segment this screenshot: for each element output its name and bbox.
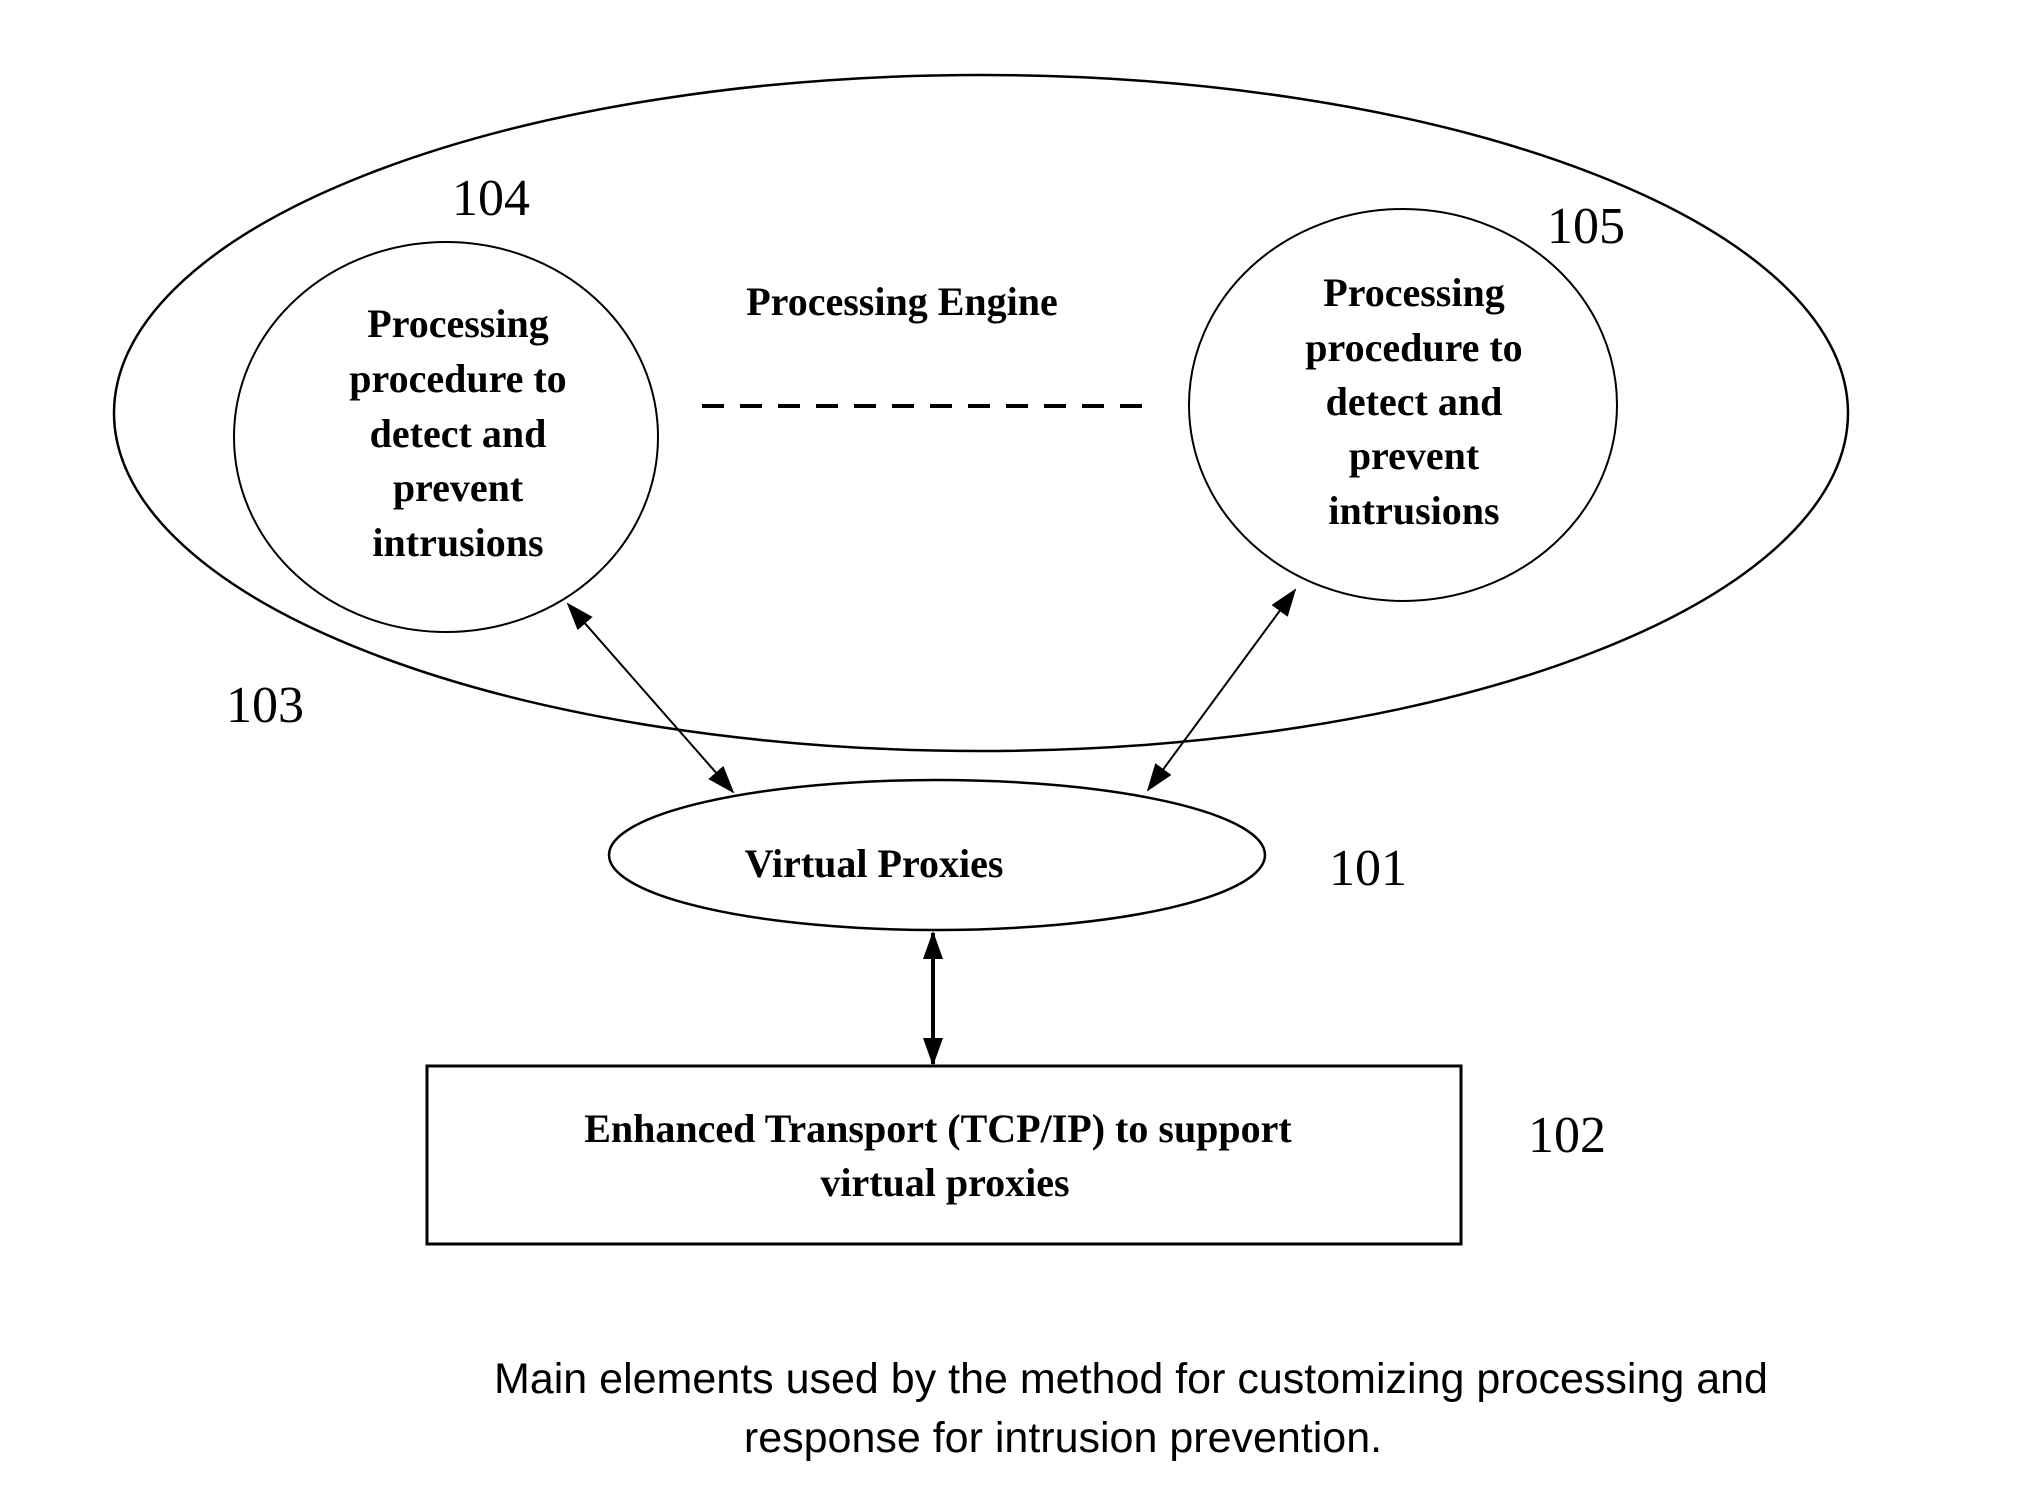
transport-line: virtual proxies xyxy=(820,1160,1069,1205)
transport-box xyxy=(425,1064,1463,1246)
procedure-104-ref-number: 104 xyxy=(452,170,530,227)
procedure-105-line: procedure to xyxy=(1305,325,1522,370)
processing-engine-label: Processing Engine xyxy=(746,279,1058,324)
engine-ref-number: 103 xyxy=(226,677,304,734)
procedure-104-line: procedure to xyxy=(349,356,566,401)
arrow-105-to-proxies xyxy=(1146,588,1297,792)
procedure-105-line: prevent xyxy=(1349,433,1480,478)
caption-line: response for intrusion prevention. xyxy=(744,1414,1382,1462)
procedure-105-line: detect and xyxy=(1326,379,1503,424)
transport-ref-number: 102 xyxy=(1528,1107,1606,1164)
transport-line: Enhanced Transport (TCP/IP) to support xyxy=(584,1106,1292,1151)
caption-line: Main elements used by the method for cus… xyxy=(494,1355,1768,1403)
virtual-proxies-ref-number: 101 xyxy=(1329,840,1407,897)
procedure-104-line: prevent xyxy=(393,465,524,510)
procedure-104-line: detect and xyxy=(370,411,547,456)
procedure-104-line: Processing xyxy=(367,301,548,346)
procedure-105-line: Processing xyxy=(1323,270,1504,315)
arrow-104-to-proxies xyxy=(566,602,735,794)
procedure-104-line: intrusions xyxy=(372,520,543,565)
virtual-proxies-label: Virtual Proxies xyxy=(745,841,1004,886)
figure-caption: Main elements used by the method for cus… xyxy=(494,1355,1768,1462)
diagram-canvas: Processing Engine 103 104 Processing pro… xyxy=(112,73,1850,1462)
procedure-105-label: Processing procedure to detect and preve… xyxy=(1305,270,1522,533)
procedure-104-label: Processing procedure to detect and preve… xyxy=(349,301,566,565)
procedure-105-line: intrusions xyxy=(1328,488,1499,533)
procedure-105-ref-number: 105 xyxy=(1547,198,1625,255)
transport-label: Enhanced Transport (TCP/IP) to support v… xyxy=(584,1106,1292,1205)
